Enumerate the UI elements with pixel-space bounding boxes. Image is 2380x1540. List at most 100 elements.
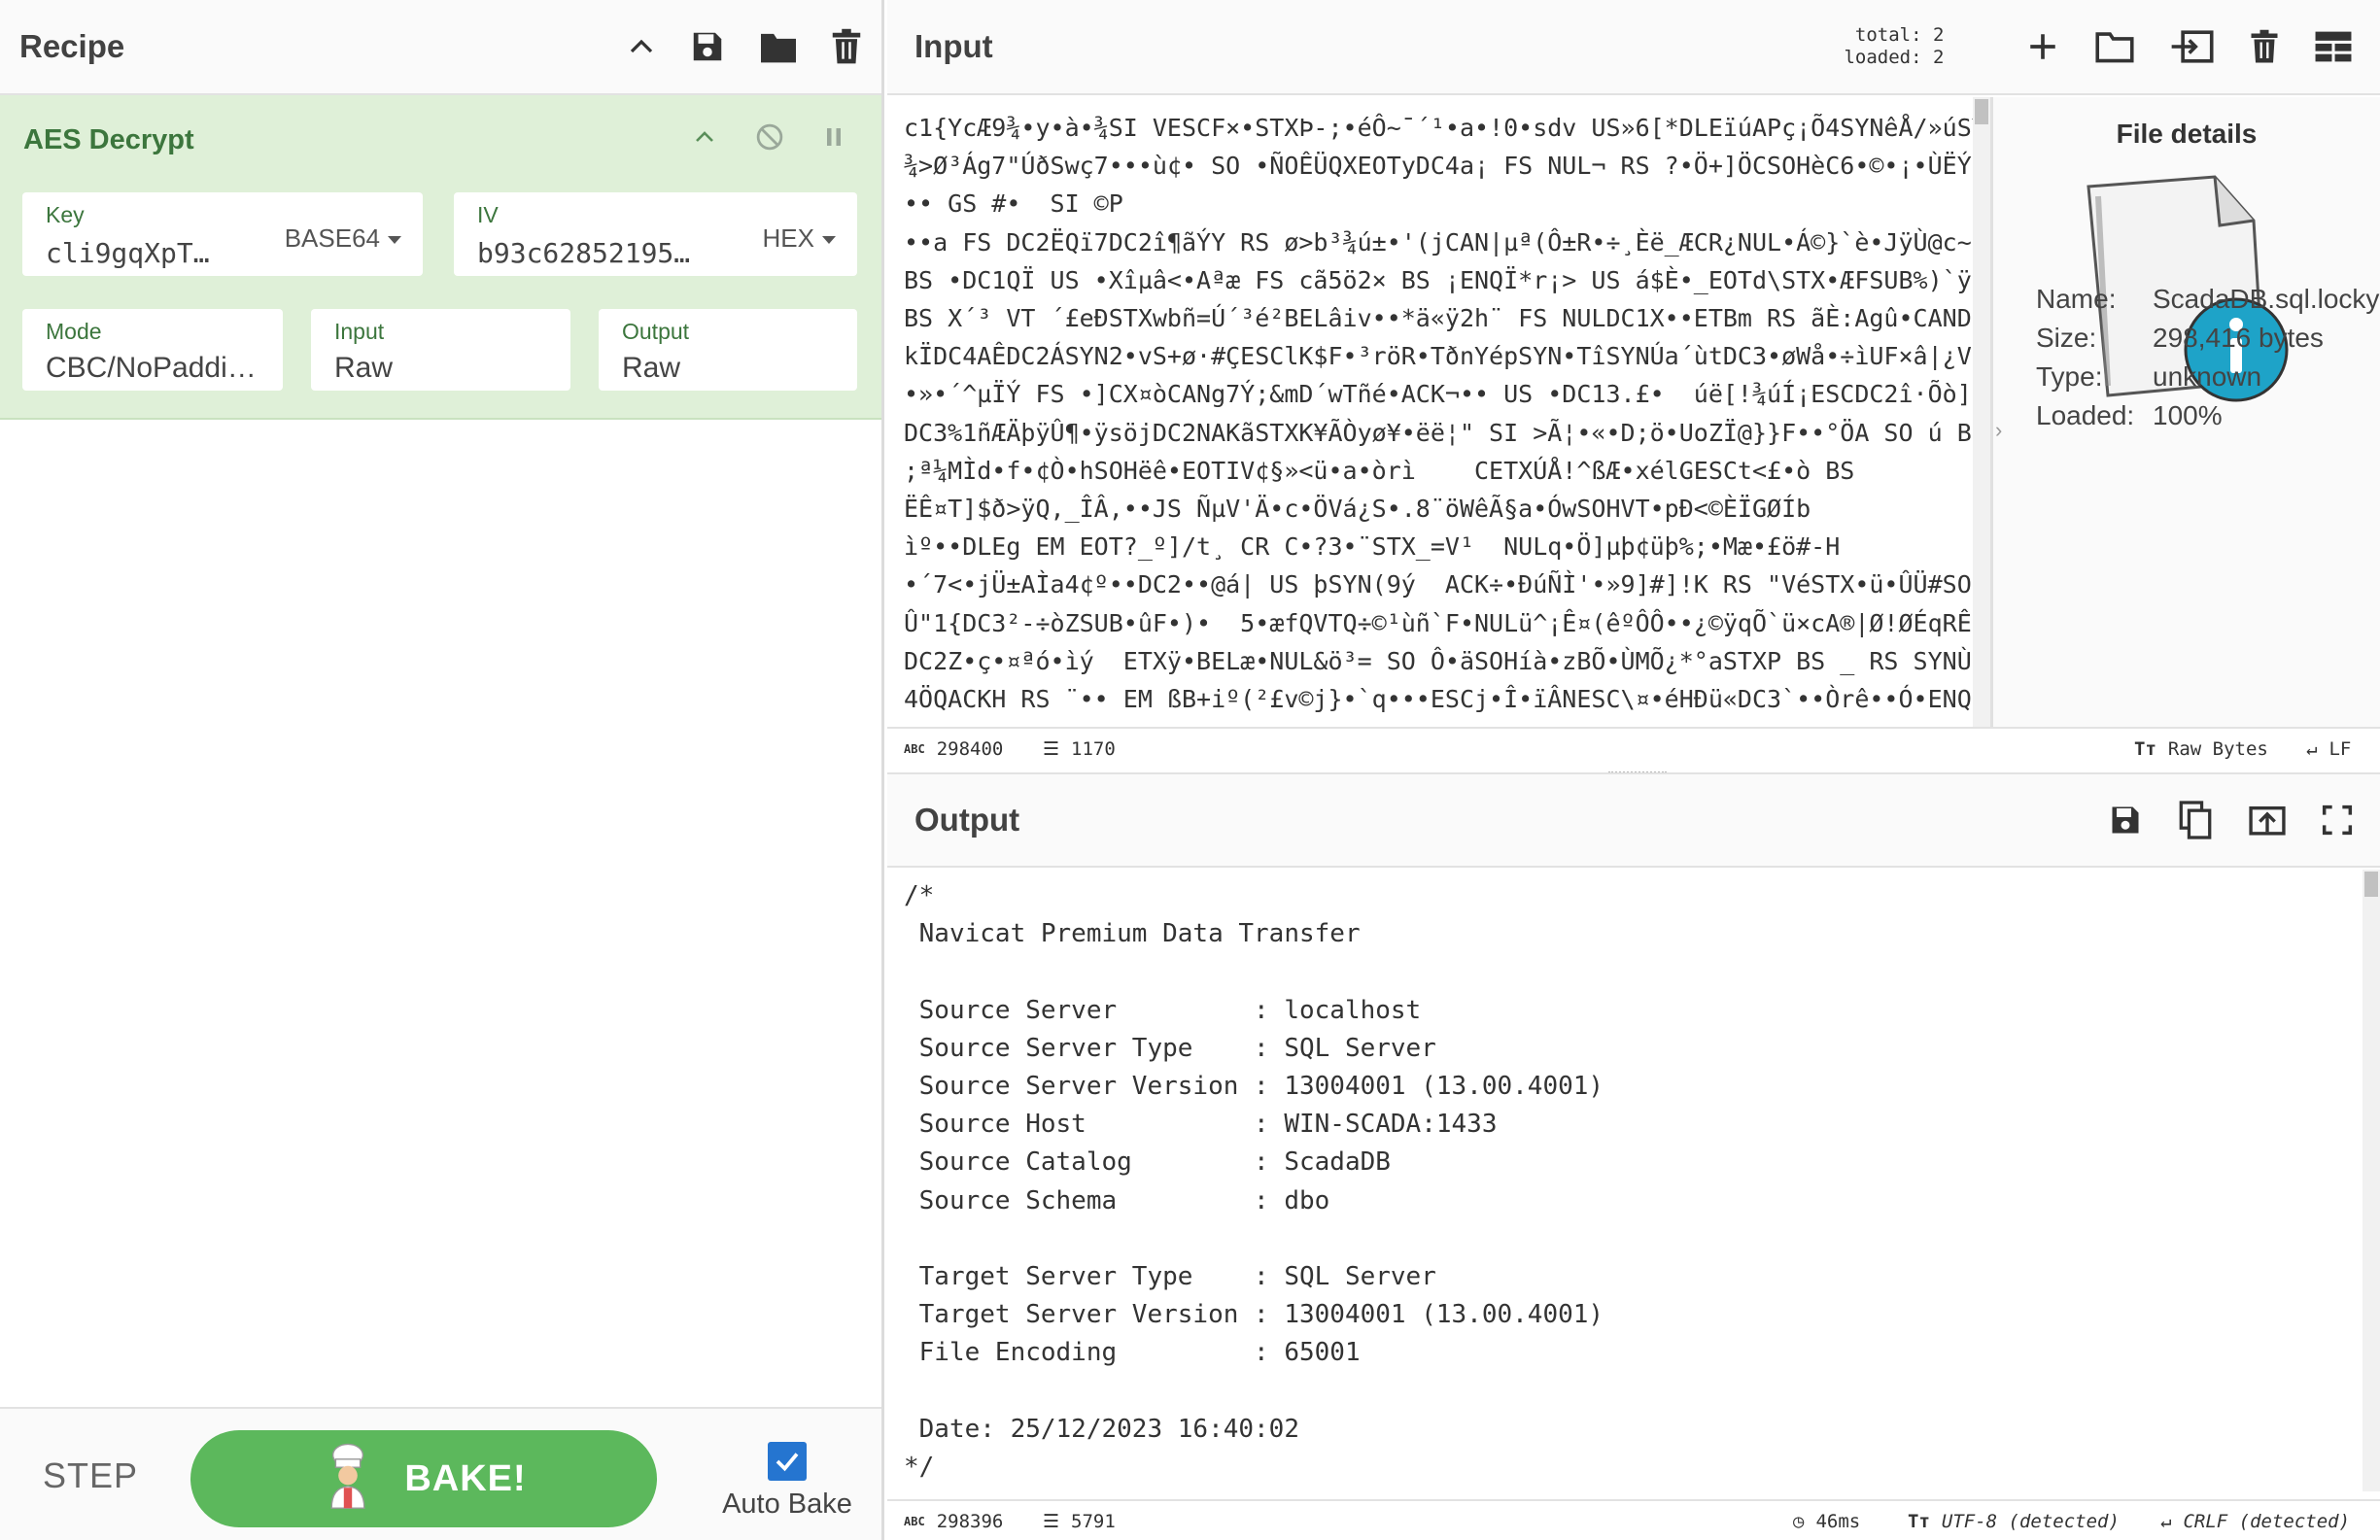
loaded-label: loaded: — [1844, 47, 1922, 68]
output-length: ABC 298396 — [904, 1511, 1003, 1532]
input-scrollbar[interactable] — [1973, 97, 1990, 727]
output-chr-enc[interactable]: Tт UTF-8 (detected) — [1908, 1511, 2120, 1532]
file-type-row: Type: unknown — [2036, 361, 2261, 393]
output-text[interactable]: /* Navicat Premium Data Transfer Source … — [904, 877, 2342, 1489]
bake-button[interactable]: BAKE! — [190, 1430, 657, 1527]
iv-encoding-dropdown[interactable]: HEX — [763, 223, 836, 254]
save-output-icon[interactable] — [2108, 803, 2143, 838]
input-counts: total: 2 loaded: 2 — [1844, 24, 1970, 69]
recipe-controls: STEP BAKE! Auto Bake — [0, 1407, 881, 1540]
bake-time: ◷ 46ms — [1793, 1511, 1860, 1532]
text-format-icon: Tт — [1908, 1511, 1930, 1532]
input-format-label: Input — [334, 319, 385, 344]
open-file-icon[interactable] — [2170, 28, 2215, 65]
chef-icon — [321, 1443, 375, 1516]
disable-operation-icon[interactable] — [755, 122, 784, 156]
input-eol-value[interactable]: LF — [2328, 738, 2351, 760]
key-value[interactable]: cli9gqXpT… — [46, 237, 269, 269]
file-name-value: ScadaDB.sql.locky — [2153, 284, 2380, 314]
output-header: Output — [887, 772, 2380, 868]
loaded-value: 2 — [1933, 47, 1945, 68]
output-char-count: 298396 — [936, 1511, 1004, 1532]
text-format-icon: Tт — [2134, 738, 2156, 760]
replace-input-icon[interactable] — [2248, 803, 2287, 838]
output-format-label: Output — [622, 319, 690, 344]
total-value: 2 — [1933, 24, 1945, 46]
key-encoding-dropdown[interactable]: BASE64 — [285, 223, 401, 254]
open-folder-icon[interactable] — [2094, 29, 2135, 64]
input-format[interactable]: Raw Bytes — [2168, 738, 2268, 760]
output-scrollbar-thumb[interactable] — [2364, 872, 2378, 897]
output-pane: Output /* Navicat Premium Data Transfer … — [887, 772, 2380, 1540]
iv-label: IV — [477, 202, 499, 227]
file-type-label: Type: — [2036, 361, 2103, 392]
file-name-row: Name: ScadaDB.sql.locky — [2036, 284, 2379, 315]
input-title: Input — [914, 28, 993, 64]
input-char-count: 298400 — [936, 738, 1004, 760]
abc-icon: ABC — [904, 742, 925, 756]
input-chr-enc[interactable]: Tт Raw Bytes — [2134, 738, 2268, 760]
output-format-field[interactable]: Output Raw — [599, 309, 857, 391]
output-status-bar: ABC 298396 ☰ 5791 ◷ 46ms Tт UTF-8 (detected)… — [887, 1499, 2380, 1540]
save-recipe-icon[interactable] — [689, 28, 726, 65]
mode-value[interactable]: CBC/NoPaddi… — [46, 352, 269, 385]
input-text-area[interactable]: c1{YcÆ9¾•y•à•¾SI VESCF×•STXÞ-;•éÔ~¯´¹•a•… — [887, 97, 1990, 727]
output-line-count: ☰ 5791 — [1043, 1511, 1116, 1532]
file-size-value: 298,416 bytes — [2153, 323, 2324, 353]
key-label: Key — [46, 202, 85, 227]
chevron-up-icon[interactable] — [627, 32, 656, 61]
lines-icon: ☰ — [1043, 1511, 1060, 1532]
file-loaded-label: Loaded: — [2036, 400, 2135, 430]
file-details-panel: › File details Name: ScadaDB.sql.locky Si… — [1993, 97, 2380, 727]
load-recipe-folder-icon[interactable] — [759, 29, 798, 64]
file-size-label: Size: — [2036, 323, 2097, 353]
auto-bake-checkbox[interactable] — [768, 1442, 807, 1481]
file-loaded-value: 100% — [2153, 400, 2223, 430]
output-encoding[interactable]: UTF-8 (detected) — [1942, 1511, 2120, 1532]
file-loaded-row: Loaded: 100% — [2036, 400, 2223, 431]
input-text[interactable]: c1{YcÆ9¾•y•à•¾SI VESCF×•STXÞ-;•éÔ~¯´¹•a•… — [904, 109, 1973, 727]
maximise-output-icon[interactable] — [2322, 804, 2353, 836]
operation-title: AES Decrypt — [23, 124, 194, 155]
step-button[interactable]: STEP — [43, 1455, 138, 1496]
file-name-label: Name: — [2036, 284, 2117, 314]
input-format-value[interactable]: Raw — [334, 352, 393, 385]
input-scrollbar-thumb[interactable] — [1975, 99, 1988, 124]
iv-value[interactable]: b93c62852195… — [477, 237, 730, 269]
input-line-count: ☰ 1170 — [1043, 738, 1116, 760]
pause-breakpoint-icon[interactable] — [823, 125, 845, 154]
auto-bake-toggle[interactable]: Auto Bake — [709, 1442, 865, 1521]
bake-label: BAKE! — [404, 1457, 527, 1499]
output-format-value[interactable]: Raw — [622, 352, 680, 385]
recipe-title: Recipe — [19, 28, 125, 64]
mode-field[interactable]: Mode CBC/NoPaddi… — [22, 309, 283, 391]
input-length: ABC 298400 — [904, 738, 1003, 760]
clock-icon: ◷ — [1793, 1511, 1805, 1532]
collapse-chevron-icon[interactable] — [693, 125, 716, 154]
file-details-title: File details — [2116, 119, 2258, 149]
iv-field[interactable]: IV b93c62852195… HEX — [454, 192, 857, 276]
tile-layout-icon[interactable] — [2314, 30, 2353, 63]
eol-arrow-icon: ↵ — [2160, 1511, 2172, 1532]
mode-label: Mode — [46, 319, 102, 344]
collapse-details-chevron-icon[interactable]: › — [1995, 418, 2002, 443]
clear-input-trash-icon[interactable] — [2250, 29, 2279, 64]
input-format-field[interactable]: Input Raw — [311, 309, 570, 391]
total-label: total: — [1854, 24, 1922, 46]
lines-icon: ☰ — [1043, 738, 1060, 760]
add-input-plus-icon[interactable] — [2026, 30, 2059, 63]
input-header: Input total: 2 loaded: 2 — [887, 0, 2380, 95]
input-pane: Input total: 2 loaded: 2 c1{YcÆ9¾•y•à•¾S… — [887, 0, 2380, 770]
output-eol-value[interactable]: CRLF (detected) — [2183, 1511, 2350, 1532]
auto-bake-label: Auto Bake — [722, 1489, 852, 1520]
output-eol[interactable]: ↵ CRLF (detected) — [2160, 1511, 2350, 1532]
eol-arrow-icon: ↵ — [2306, 738, 2318, 760]
recipe-pane: Recipe AES Decrypt Key cli9gqXpT… BASE64… — [0, 0, 884, 1540]
abc-icon: ABC — [904, 1515, 925, 1528]
copy-output-icon[interactable] — [2178, 801, 2213, 839]
input-eol[interactable]: ↵ LF — [2306, 738, 2351, 760]
output-title: Output — [914, 802, 1020, 838]
key-field[interactable]: Key cli9gqXpT… BASE64 — [22, 192, 423, 276]
output-scrollbar[interactable] — [2363, 870, 2380, 1491]
clear-recipe-trash-icon[interactable] — [831, 28, 862, 65]
